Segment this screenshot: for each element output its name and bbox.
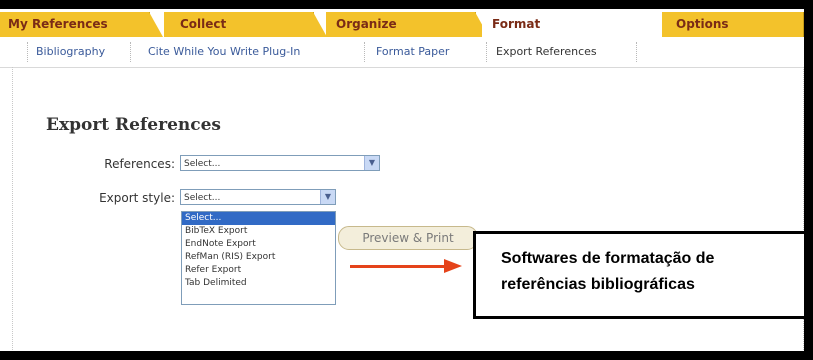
tab-label: Options: [676, 17, 729, 31]
separator: [364, 42, 366, 62]
tab-label: My References: [8, 17, 108, 31]
references-select-value: Select...: [184, 159, 221, 169]
dropdown-option[interactable]: Tab Delimited: [182, 277, 335, 290]
separator: [636, 42, 638, 62]
tab-format[interactable]: Format: [482, 12, 630, 37]
annotation-callout: Softwares de formatação de referências b…: [473, 231, 804, 319]
references-label: References:: [104, 157, 175, 171]
page-title: Export References: [46, 115, 221, 135]
preview-print-button[interactable]: Preview & Print: [338, 226, 478, 250]
export-style-select[interactable]: Select... ▼: [180, 189, 336, 205]
arrow-line: [350, 265, 446, 268]
subnav-bibliography[interactable]: Bibliography: [36, 45, 105, 58]
export-style-select-value: Select...: [184, 193, 221, 203]
separator: [27, 42, 29, 62]
tab-label: Collect: [180, 17, 227, 31]
separator: [486, 42, 488, 62]
arrow-right-icon: [444, 259, 462, 273]
dropdown-option[interactable]: RefMan (RIS) Export: [182, 251, 335, 264]
tab-options[interactable]: Options: [662, 12, 804, 37]
dropdown-option[interactable]: Select...: [182, 212, 335, 225]
callout-line-1: Softwares de formatação de: [501, 250, 715, 267]
tab-label: Organize: [336, 17, 397, 31]
callout-line-2: referências bibliográficas: [501, 276, 695, 293]
main-tab-bar: My References Collect Organize Format Op…: [0, 9, 804, 37]
subnav-export-references[interactable]: Export References: [496, 45, 597, 58]
tab-my-references[interactable]: My References: [0, 12, 163, 37]
subnav-cite-while-you-write[interactable]: Cite While You Write Plug-In: [148, 45, 300, 58]
export-style-label: Export style:: [99, 191, 175, 205]
separator: [130, 42, 132, 62]
sub-navigation: Bibliography Cite While You Write Plug-I…: [0, 37, 804, 68]
chevron-down-icon[interactable]: ▼: [320, 190, 335, 204]
references-select[interactable]: Select... ▼: [180, 155, 380, 171]
tab-organize[interactable]: Organize: [326, 12, 489, 37]
dropdown-option[interactable]: EndNote Export: [182, 238, 335, 251]
tab-label: Format: [492, 17, 541, 31]
dropdown-option[interactable]: Refer Export: [182, 264, 335, 277]
screenshot-frame: My References Collect Organize Format Op…: [0, 0, 813, 360]
export-style-dropdown-list: Select... BibTeX Export EndNote Export R…: [181, 211, 336, 305]
tab-collect[interactable]: Collect: [164, 12, 327, 37]
subnav-format-paper[interactable]: Format Paper: [376, 45, 449, 58]
chevron-down-icon[interactable]: ▼: [364, 156, 379, 170]
dropdown-option[interactable]: BibTeX Export: [182, 225, 335, 238]
